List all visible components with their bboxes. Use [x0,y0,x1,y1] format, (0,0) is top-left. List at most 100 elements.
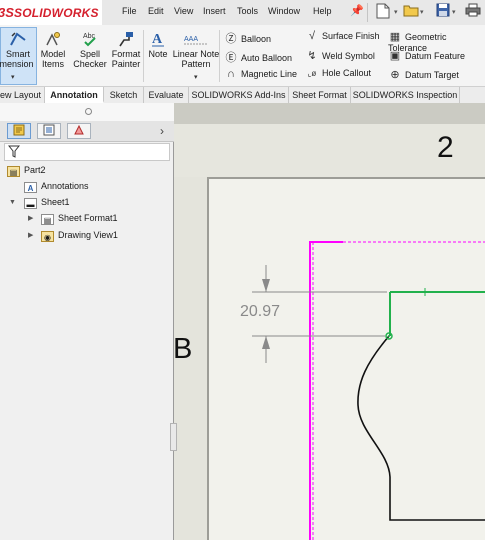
tab-view-layout[interactable]: ew Layout [0,87,45,103]
linear-note-pattern-text-2: Pattern [181,58,211,69]
zone-letter: B [173,333,193,365]
datum-feature-icon: ▣ [389,50,401,62]
endpoint-dot [388,335,390,337]
tree-item-sheet1[interactable]: ▬ Sheet1 [24,197,70,209]
datum-feature-text: Datum Feature [405,51,466,61]
note-button[interactable]: A Note [145,30,171,60]
geometric-tolerance-icon: ▦ [389,31,401,43]
datum-feature-button[interactable]: ▣ Datum Feature [388,49,465,62]
format-painter-icon [117,30,135,48]
tab-solidworks-add-ins[interactable]: SOLIDWORKS Add-Ins [189,87,289,103]
menu-insert[interactable]: Insert [203,6,226,16]
weld-symbol-icon: ↯ [307,50,317,62]
logo-wordmark: SOLIDWORKS [14,6,99,20]
filter-icon[interactable] [7,145,21,160]
menu-file[interactable]: File [122,6,137,16]
magnetic-line-button[interactable]: ∩ Magnetic Line [224,68,297,80]
linear-note-pattern-icon: AAA [181,30,211,48]
datum-target-button[interactable]: ⊕ Datum Target [388,68,459,81]
tree-label: Drawing View1 [58,230,118,240]
feature-manager-tab[interactable] [7,123,31,139]
format-painter-text-2: Painter [111,58,141,69]
ribbon-divider [143,30,144,82]
hole-callout-button[interactable]: ⌞ø Hole Callout [305,68,371,78]
collapsed-arrow-icon[interactable]: ▶ [28,214,33,222]
drawing-view-graphics[interactable] [207,177,485,540]
menu-view[interactable]: View [174,6,193,16]
note-text: Note [148,49,168,59]
tree-label: Annotations [41,181,89,191]
spell-checker-button[interactable]: Abc Spell Checker [72,30,108,70]
smart-dimension-label: Smart mension [0,30,36,70]
chevron-down-icon[interactable]: ▾ [194,73,198,81]
menu-window[interactable]: Window [268,6,300,16]
svg-text:A: A [152,32,163,47]
chevron-right-icon[interactable]: › [160,124,164,138]
smart-dimension-text-2: mension [0,58,34,69]
pin-icon[interactable]: 📌 [350,4,364,17]
new-document-icon[interactable] [374,3,392,21]
hole-callout-text: Hole Callout [322,68,372,78]
model-items-text-2: Items [41,58,64,69]
hole-callout-icon: ⌞ø [307,69,317,78]
print-icon[interactable] [464,3,482,21]
view-boundary-solid [309,241,343,540]
model-items-icon [44,30,62,48]
tree-filter[interactable] [4,143,170,161]
weld-symbol-button[interactable]: ↯ Weld Symbol [305,49,375,62]
magnet-icon: ∩ [227,68,235,80]
collapsed-arrow-icon[interactable]: ▶ [28,231,33,239]
drawing-view-icon: ◉ [41,231,54,242]
balloon-text: Balloon [241,34,272,44]
datum-target-text: Datum Target [405,70,459,80]
graphics-area-header [174,103,485,124]
tree-label: Sheet1 [41,197,70,207]
property-manager-tab[interactable] [37,123,61,139]
auto-balloon-button[interactable]: Ⓔ Auto Balloon [224,49,293,65]
tab-solidworks-inspection[interactable]: SOLIDWORKS Inspection [351,87,460,103]
surface-finish-text: Surface Finish [322,31,380,41]
chevron-down-icon[interactable]: ▾ [420,8,424,16]
tree-label: Part2 [24,165,46,175]
menu-tools[interactable]: Tools [237,6,258,16]
tab-annotation[interactable]: Annotation [45,87,104,103]
dimension-value[interactable]: 20.97 [240,303,280,321]
chevron-down-icon[interactable]: ▾ [452,8,456,16]
weld-symbol-text: Weld Symbol [322,51,375,61]
tab-evaluate[interactable]: Evaluate [144,87,189,103]
ribbon-divider [219,30,220,82]
spell-checker-icon: Abc [81,30,99,48]
surface-finish-button[interactable]: √ Surface Finish [305,30,380,42]
tree-item-part2[interactable]: ▤ Part2 [7,165,46,177]
menu-help[interactable]: Help [313,6,332,16]
save-icon[interactable] [434,3,452,21]
solidworks-logo[interactable]: 3S SOLIDWORKS [0,0,102,25]
smart-dimension-icon [9,30,27,48]
tree-label: Sheet Format1 [58,213,118,223]
logo-ds-mark: 3S [0,5,14,20]
part-profile[interactable] [357,335,485,521]
chevron-down-icon[interactable]: ▾ [11,73,15,81]
chevron-down-icon[interactable]: ▾ [394,8,398,16]
dimxpert-tab[interactable] [67,123,91,139]
tab-sheet-format[interactable]: Sheet Format [289,87,351,103]
format-painter-button[interactable]: Format Painter [108,30,144,70]
open-folder-icon[interactable] [402,3,420,21]
menu-edit[interactable]: Edit [148,6,164,16]
surface-finish-icon: √ [308,30,316,42]
note-icon: A [149,30,167,48]
linear-note-pattern-button[interactable]: AAA Linear Note Pattern [172,30,220,70]
model-items-button[interactable]: Model Items [38,30,68,70]
magnetic-line-text: Magnetic Line [241,69,298,79]
tree-item-drawing-view1[interactable]: ◉ Drawing View1 [41,230,118,242]
splitter-handle-icon[interactable] [85,108,92,115]
divider [367,3,368,22]
tree-item-annotations[interactable]: A Annotations [24,181,89,193]
panel-resize-handle[interactable] [170,423,177,451]
auto-balloon-text: Auto Balloon [241,53,293,63]
tree-item-sheet-format1[interactable]: ▤ Sheet Format1 [41,213,118,225]
sheet-icon: ▬ [24,198,37,209]
tab-sketch[interactable]: Sketch [104,87,144,103]
expanded-arrow-icon[interactable]: ▼ [9,199,16,206]
balloon-button[interactable]: Ⓩ Balloon [224,30,272,46]
